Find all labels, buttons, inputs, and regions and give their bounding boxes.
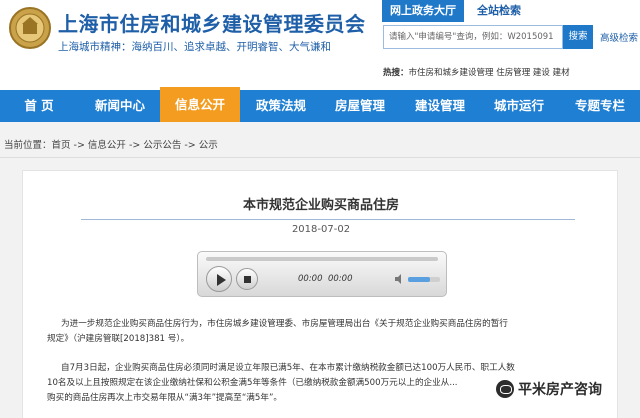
site-header: 上海市住房和城乡建设管理委员会 上海城市精神：海纳百川、追求卓越、开明睿智、大气…	[0, 0, 640, 90]
volume-icon[interactable]	[394, 273, 406, 285]
search-input[interactable]: 请输入"申请编号"查询，例如：W2015091	[383, 25, 563, 49]
divider	[0, 157, 640, 158]
nav-item-special-topics[interactable]: 专题专栏	[560, 90, 640, 122]
watermark: 平米房产咨询	[496, 378, 602, 400]
watermark-text: 平米房产咨询	[518, 382, 602, 398]
hot-search-items[interactable]: 市住房和城乡建设管理 住房管理 建设 建材	[409, 68, 570, 78]
article-title: 本市规范企业购买商品住房	[242, 198, 399, 213]
hot-search-links: 热搜：市住房和城乡建设管理 住房管理 建设 建材	[383, 66, 570, 78]
wechat-icon	[496, 380, 514, 398]
play-button[interactable]	[206, 266, 232, 292]
progress-bar[interactable]	[206, 257, 438, 261]
tab-online-hall[interactable]: 网上政务大厅	[382, 0, 464, 22]
article-date: 2018-07-02	[291, 224, 351, 235]
city-motto: 上海城市精神：海纳百川、追求卓越、开明睿智、大气谦和	[58, 41, 331, 53]
nav-item-construction[interactable]: 建设管理	[400, 90, 480, 122]
breadcrumb[interactable]: 当前位置：首页 -> 信息公开 -> 公示公告 -> 公示	[4, 137, 218, 151]
audio-player: 00:00 00:00	[197, 251, 447, 297]
search-button[interactable]: 搜索	[563, 25, 593, 49]
nav-item-city-operation[interactable]: 城市运行	[480, 90, 558, 122]
emblem-logo-icon	[9, 7, 51, 49]
main-nav: 首 页 新闻中心 信息公开 政策法规 房屋管理 建设管理 城市运行 专题专栏	[0, 87, 640, 122]
title-underline	[81, 219, 575, 220]
nav-item-home[interactable]: 首 页	[0, 90, 78, 122]
nav-item-news[interactable]: 新闻中心	[80, 90, 160, 122]
advanced-search-link[interactable]: 高级检索	[600, 30, 638, 44]
nav-item-policy[interactable]: 政策法规	[242, 90, 320, 122]
paragraph-line: 自7月3日起，企业购买商品住房必须同时满足设立年限已满5年、在本市累计缴纳税款金…	[61, 363, 515, 373]
current-time: 00:00	[298, 274, 323, 284]
site-title[interactable]: 上海市住房和城乡建设管理委员会	[58, 8, 366, 37]
paragraph-line: 为进一步规范企业购买商品住房行为，市住房城乡建设管理委、市房屋管理局出台《关于规…	[61, 319, 508, 329]
volume-level	[408, 277, 431, 282]
nav-item-housing[interactable]: 房屋管理	[320, 90, 400, 122]
nav-item-info-disclosure[interactable]: 信息公开	[160, 87, 240, 122]
duration-time: 00:00	[328, 274, 353, 284]
hot-search-label: 热搜：	[383, 68, 409, 78]
stop-button[interactable]	[236, 268, 258, 290]
tab-site-search[interactable]: 全站检索	[464, 0, 534, 22]
paragraph-line: 规定》（沪建房管联[2018]381 号）。	[47, 334, 190, 344]
volume-slider[interactable]	[408, 277, 440, 282]
